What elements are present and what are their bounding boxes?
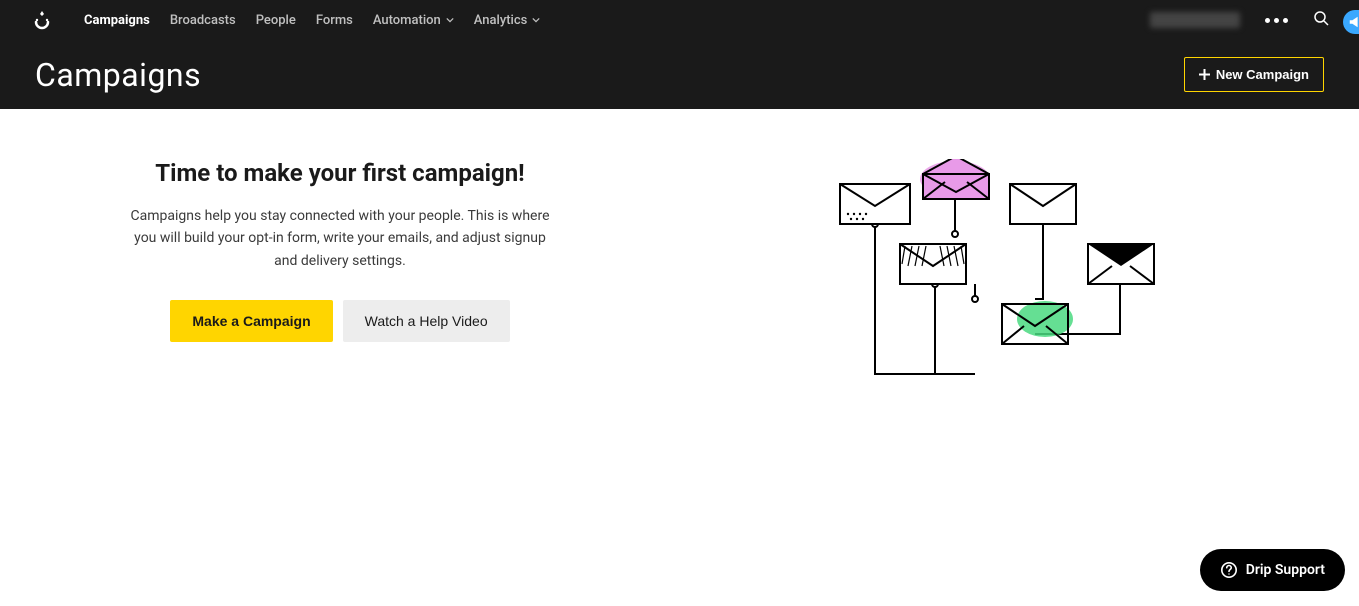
search-icon [1313, 10, 1329, 26]
drip-logo[interactable] [30, 8, 54, 32]
empty-state: Time to make your first campaign! Campai… [40, 159, 640, 389]
new-campaign-button[interactable]: New Campaign [1184, 57, 1324, 92]
nav-broadcasts[interactable]: Broadcasts [170, 13, 236, 28]
empty-heading: Time to make your first campaign! [40, 159, 640, 187]
nav-automation[interactable]: Automation [373, 13, 454, 28]
main-content: Time to make your first campaign! Campai… [0, 109, 1359, 389]
account-name[interactable] [1150, 12, 1240, 28]
empty-description: Campaigns help you stay connected with y… [130, 205, 550, 272]
page-title: Campaigns [35, 56, 201, 94]
search-button[interactable] [1313, 10, 1329, 30]
megaphone-icon [1348, 15, 1359, 29]
main-nav: Campaigns Broadcasts People Forms Automa… [84, 13, 540, 28]
nav-forms[interactable]: Forms [316, 13, 353, 28]
nav-campaigns[interactable]: Campaigns [84, 13, 150, 28]
cta-row: Make a Campaign Watch a Help Video [40, 300, 640, 342]
topbar: Campaigns Broadcasts People Forms Automa… [0, 0, 1359, 40]
help-icon [1220, 561, 1238, 579]
support-button[interactable]: Drip Support [1200, 549, 1345, 591]
topbar-right [1150, 10, 1329, 30]
empty-illustration [680, 159, 1319, 389]
watch-video-button[interactable]: Watch a Help Video [343, 300, 510, 342]
more-menu[interactable] [1265, 18, 1288, 23]
nav-analytics[interactable]: Analytics [474, 13, 541, 28]
chevron-down-icon [446, 16, 454, 24]
app-header: Campaigns Broadcasts People Forms Automa… [0, 0, 1359, 109]
make-campaign-button[interactable]: Make a Campaign [170, 300, 332, 342]
chevron-down-icon [532, 16, 540, 24]
nav-people[interactable]: People [256, 13, 296, 28]
subheader: Campaigns New Campaign [0, 40, 1359, 109]
plus-icon [1199, 69, 1210, 80]
announcement-bubble[interactable] [1343, 10, 1359, 34]
